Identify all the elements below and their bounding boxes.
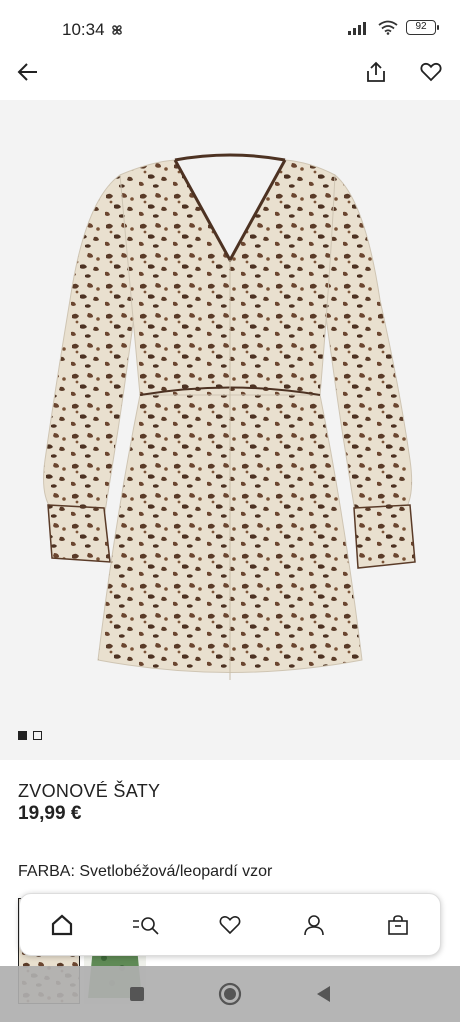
recents-button[interactable] <box>119 976 155 1012</box>
clock: 10:34 <box>62 20 105 39</box>
heart-icon <box>219 915 241 934</box>
product-price: 19,99 € <box>18 803 82 824</box>
dress-image <box>0 100 460 760</box>
account-icon <box>304 914 324 935</box>
nav-cart[interactable] <box>376 903 420 947</box>
home-icon <box>51 914 73 935</box>
bottom-navigation <box>19 893 441 956</box>
product-image-gallery[interactable] <box>0 100 460 760</box>
back-button[interactable] <box>12 56 44 88</box>
signal-icon <box>348 21 366 35</box>
share-button[interactable] <box>360 56 392 88</box>
back-system-button[interactable] <box>305 976 341 1012</box>
system-navigation-bar <box>0 966 460 1022</box>
product-name: ZVONOVÉ ŠATY <box>18 781 161 801</box>
status-bar: 10:34 92 <box>0 0 460 56</box>
shopping-bag-icon <box>388 914 408 935</box>
heart-icon <box>420 62 442 82</box>
color-label: FARBA: <box>18 863 75 880</box>
pinwheel-icon <box>111 25 122 35</box>
top-app-bar <box>0 56 460 100</box>
status-icons: 92 <box>348 20 439 35</box>
color-row: FARBA: Svetlobéžová/leopardí vzor <box>18 863 272 881</box>
gallery-dot-active[interactable] <box>18 731 27 740</box>
nav-search[interactable] <box>124 903 168 947</box>
gallery-pagination <box>18 731 42 740</box>
search-menu-icon <box>133 916 159 935</box>
wifi-icon <box>378 20 398 35</box>
triangle-back-icon <box>317 986 331 1002</box>
circle-icon <box>218 982 242 1006</box>
status-time: 10:34 <box>62 20 125 40</box>
color-value: Svetlobéžová/leopardí vzor <box>79 863 273 880</box>
share-icon <box>367 61 385 82</box>
nav-home[interactable] <box>40 903 84 947</box>
battery-indicator: 92 <box>406 20 439 35</box>
nav-favorites[interactable] <box>208 903 252 947</box>
favorite-button[interactable] <box>415 56 447 88</box>
arrow-left-icon <box>17 63 37 81</box>
home-system-button[interactable] <box>212 976 248 1012</box>
square-icon <box>129 987 144 1001</box>
gallery-dot[interactable] <box>33 731 42 740</box>
nav-account[interactable] <box>292 903 336 947</box>
